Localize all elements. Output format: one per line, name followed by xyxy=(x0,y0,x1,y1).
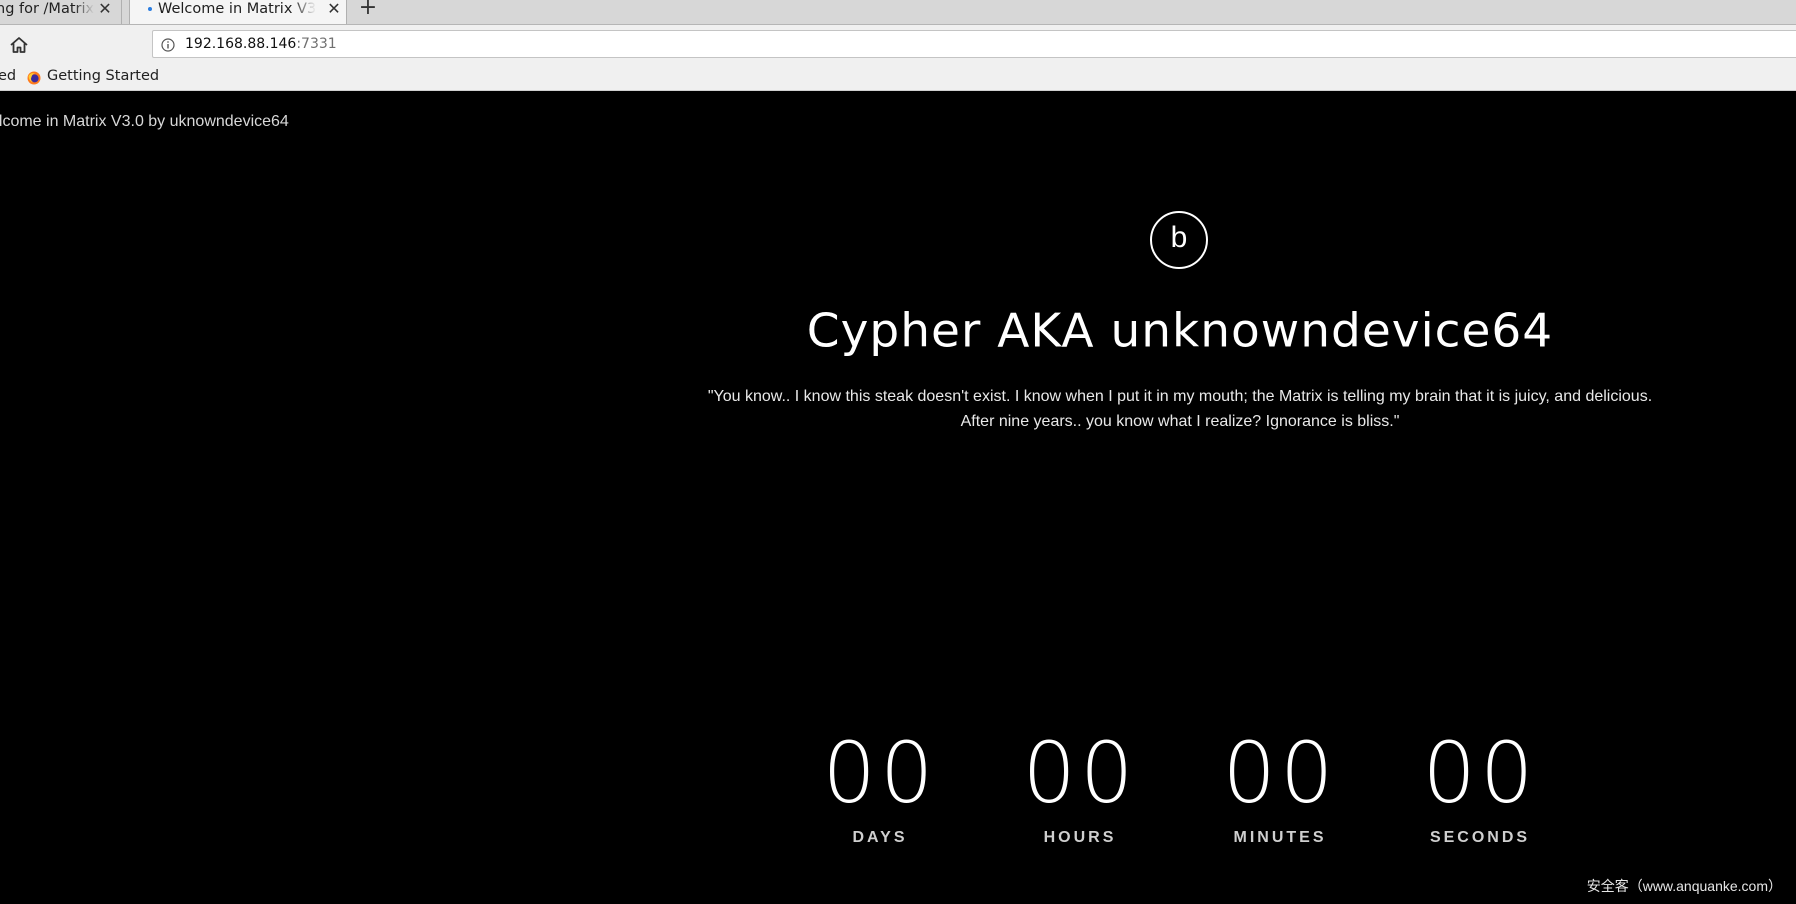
url-port: :7331 xyxy=(296,36,337,52)
countdown-timer: 00 DAYS 00 HOURS 00 MINUTES 00 SECONDS xyxy=(780,731,1580,851)
tab-title: Welcome in Matrix V3.0 b xyxy=(158,1,316,17)
bookmark-label: Getting Started xyxy=(47,68,160,84)
firefox-icon xyxy=(27,70,41,85)
logo-circle-icon: b xyxy=(1150,211,1208,269)
countdown-value: 00 xyxy=(1422,724,1538,822)
tab-bar: ng for /Matrix/ ✕ Welcome in Matrix V3.0… xyxy=(0,0,1796,25)
tab-welcome-matrix[interactable]: Welcome in Matrix V3.0 b ✕ xyxy=(129,0,347,24)
countdown-label: DAYS xyxy=(852,829,908,846)
countdown-seconds: 00 SECONDS xyxy=(1380,731,1580,847)
watermark-text: 安全客（www.anquanke.com） xyxy=(1586,878,1782,894)
quote-line-2: After nine years.. you know what I reali… xyxy=(960,413,1400,430)
page-title: Cypher AKA unknowndevice64 xyxy=(806,304,1554,359)
url-text[interactable]: 192.168.88.146:7331 xyxy=(185,36,337,52)
countdown-minutes: 00 MINUTES xyxy=(1180,731,1380,847)
navigation-bar: 192.168.88.146:7331 xyxy=(0,25,1796,65)
loading-dot-icon xyxy=(148,7,152,11)
address-bar[interactable]: 192.168.88.146:7331 xyxy=(152,30,1796,58)
tab-title: ng for /Matrix/ xyxy=(0,1,94,17)
countdown-value: 00 xyxy=(822,724,938,822)
page-content: elcome in Matrix V3.0 by uknowndevice64 … xyxy=(0,91,1796,904)
countdown-hours: 00 HOURS xyxy=(980,731,1180,847)
page-header-text: elcome in Matrix V3.0 by uknowndevice64 xyxy=(0,113,289,130)
countdown-label: SECONDS xyxy=(1429,829,1531,846)
countdown-value: 00 xyxy=(1222,724,1338,822)
tab-matrix-listing[interactable]: ng for /Matrix/ ✕ xyxy=(0,0,122,24)
quote-text: "You know.. I know this steak doesn't ex… xyxy=(700,384,1660,434)
countdown-days: 00 DAYS xyxy=(780,731,980,847)
url-host: 192.168.88.146 xyxy=(185,36,297,52)
bookmark-partial-label[interactable]: ed xyxy=(0,68,16,84)
countdown-label: HOURS xyxy=(1043,829,1117,846)
close-tab-icon[interactable]: ✕ xyxy=(325,0,343,18)
new-tab-button[interactable]: + xyxy=(357,0,379,20)
home-icon[interactable] xyxy=(8,34,30,56)
info-icon[interactable] xyxy=(161,37,175,52)
countdown-value: 00 xyxy=(1022,724,1138,822)
bookmarks-toolbar: ed Getting Started xyxy=(0,65,1796,91)
close-tab-icon[interactable]: ✕ xyxy=(96,0,114,18)
quote-line-1: "You know.. I know this steak doesn't ex… xyxy=(707,388,1653,405)
countdown-label: MINUTES xyxy=(1233,829,1327,846)
